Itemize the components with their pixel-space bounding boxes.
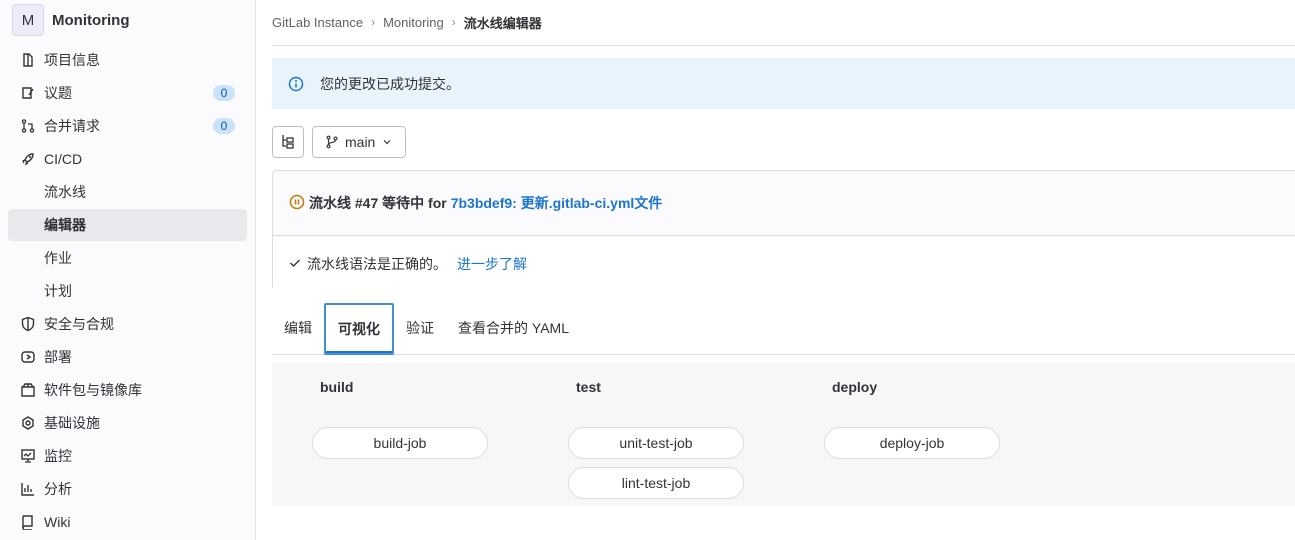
success-alert: 您的更改已成功提交。: [272, 58, 1295, 109]
sidebar-item-packages[interactable]: 软件包与镜像库: [8, 374, 247, 406]
sidebar-item-label: 监控: [44, 448, 72, 464]
sidebar-item-label: 安全与合规: [44, 316, 114, 332]
issues-icon: [20, 85, 36, 101]
branch-name: main: [345, 134, 376, 150]
job-pill[interactable]: build-job: [312, 427, 488, 459]
pipeline-status-box: 流水线 #47 等待中 for 7b3bdef9: 更新.gitlab-ci.y…: [272, 170, 1295, 290]
info-icon: [288, 76, 304, 92]
stage-title: build: [320, 379, 354, 395]
job-pill[interactable]: unit-test-job: [568, 427, 744, 459]
job-pill[interactable]: lint-test-job: [568, 467, 744, 499]
stage-title: deploy: [832, 379, 878, 395]
sidebar-item-monitor[interactable]: 监控: [8, 440, 247, 472]
tab-edit[interactable]: 编辑: [272, 302, 324, 354]
book-icon: [20, 514, 36, 530]
sidebar-item-infrastructure[interactable]: 基础设施: [8, 407, 247, 439]
issues-count-badge: 0: [213, 85, 235, 101]
file-tree-icon: [280, 133, 296, 152]
sidebar-item-editor[interactable]: 编辑器: [8, 209, 247, 241]
sidebar-item-pipelines[interactable]: 流水线: [8, 176, 247, 208]
sidebar-item-label: 流水线: [44, 184, 86, 200]
project-avatar[interactable]: M: [12, 4, 44, 36]
breadcrumb-project[interactable]: Monitoring: [383, 15, 444, 30]
breadcrumb: GitLab Instance › Monitoring › 流水线编辑器: [272, 0, 542, 44]
merge-requests-count-badge: 0: [213, 118, 235, 134]
alert-text: 您的更改已成功提交。: [320, 75, 460, 92]
sidebar-item-label: Wiki: [44, 514, 71, 530]
tab-merged-yaml[interactable]: 查看合并的 YAML: [446, 302, 581, 354]
monitor-icon: [20, 448, 36, 464]
package-icon: [20, 382, 36, 398]
sidebar-item-label: 作业: [44, 250, 72, 266]
sidebar-item-label: 编辑器: [44, 217, 86, 233]
sidebar-item-schedules[interactable]: 计划: [8, 275, 247, 307]
learn-more-link[interactable]: 进一步了解: [457, 254, 527, 274]
check-icon: [289, 256, 301, 272]
breadcrumb-current[interactable]: 流水线编辑器: [464, 13, 542, 32]
chevron-right-icon: ›: [371, 15, 376, 29]
divider: [272, 45, 1295, 46]
deployments-icon: [20, 349, 36, 365]
lint-status-text: 流水线语法是正确的。: [307, 255, 447, 272]
sidebar-item-label: 项目信息: [44, 52, 100, 68]
sidebar-item-label: 软件包与镜像库: [44, 382, 142, 398]
commit-link[interactable]: 7b3bdef9: 更新.gitlab-ci.yml文件: [451, 193, 663, 213]
tab-validate[interactable]: 验证: [394, 302, 446, 354]
sidebar-item-label: 议题: [44, 85, 72, 101]
shield-icon: [20, 316, 36, 332]
cloud-gear-icon: [20, 415, 36, 431]
sidebar-item-merge-requests[interactable]: 合并请求 0: [8, 110, 247, 142]
sidebar-item-label: 合并请求: [44, 118, 100, 134]
stage-title: test: [576, 379, 601, 395]
sidebar-item-cicd[interactable]: CI/CD: [8, 143, 247, 175]
project-header[interactable]: M Monitoring: [12, 4, 129, 36]
rocket-icon: [20, 151, 36, 167]
project-icon: [20, 52, 36, 68]
pipeline-status-text: 流水线 #47 等待中 for: [309, 195, 447, 211]
breadcrumb-root[interactable]: GitLab Instance: [272, 15, 363, 30]
chart-icon: [20, 481, 36, 497]
branch-switcher-dropdown[interactable]: main: [312, 126, 407, 158]
file-tree-toggle-button[interactable]: [272, 126, 304, 158]
sidebar-item-label: 基础设施: [44, 415, 100, 431]
pending-status-icon[interactable]: [289, 194, 305, 213]
sidebar: M Monitoring 项目信息 议题 0 合并请求 0 CI/CD 流水线 …: [0, 0, 256, 540]
sidebar-item-label: 分析: [44, 481, 72, 497]
sidebar-item-issues[interactable]: 议题 0: [8, 77, 247, 109]
job-pill[interactable]: deploy-job: [824, 427, 1000, 459]
sidebar-item-analytics[interactable]: 分析: [8, 473, 247, 505]
editor-tabs: 编辑 可视化 验证 查看合并的 YAML: [272, 302, 1295, 355]
pipeline-status-row: 流水线 #47 等待中 for 7b3bdef9: 更新.gitlab-ci.y…: [273, 171, 1295, 236]
project-name[interactable]: Monitoring: [52, 12, 129, 29]
tab-visualize[interactable]: 可视化: [324, 303, 394, 355]
sidebar-item-label: 部署: [44, 349, 72, 365]
pipeline-graph: build build-job test unit-test-job lint-…: [272, 363, 1295, 506]
sidebar-item-jobs[interactable]: 作业: [8, 242, 247, 274]
chevron-down-icon: [383, 140, 391, 145]
chevron-right-icon: ›: [451, 15, 456, 29]
main-content: GitLab Instance › Monitoring › 流水线编辑器 您的…: [256, 0, 1295, 540]
sidebar-item-wiki[interactable]: Wiki: [8, 506, 247, 538]
sidebar-item-security[interactable]: 安全与合规: [8, 308, 247, 340]
sidebar-item-project-info[interactable]: 项目信息: [8, 44, 247, 76]
sidebar-item-label: CI/CD: [44, 151, 83, 167]
sidebar-item-label: 计划: [44, 283, 72, 299]
merge-request-icon: [20, 118, 36, 134]
sidebar-item-deployments[interactable]: 部署: [8, 341, 247, 373]
branch-icon: [326, 135, 338, 149]
lint-status-row: 流水线语法是正确的。 进一步了解: [273, 237, 1295, 290]
